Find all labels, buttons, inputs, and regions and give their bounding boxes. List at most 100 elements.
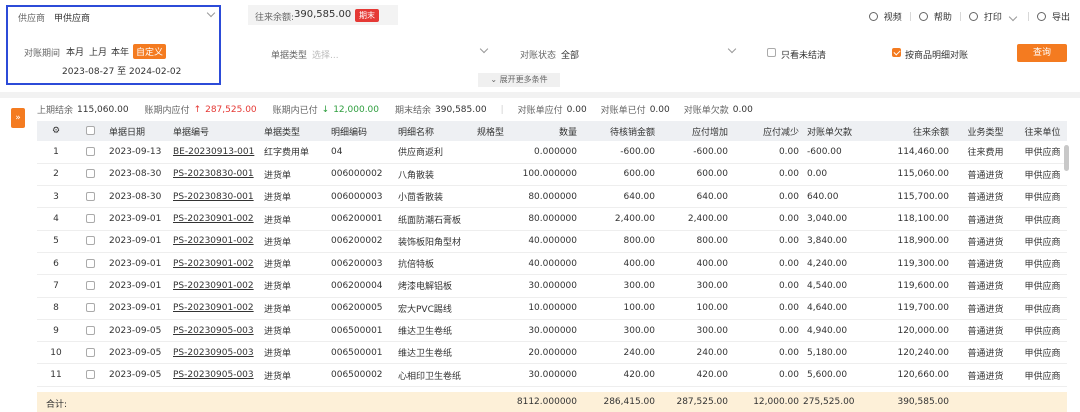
payable-increase-cell: 800.00: [696, 236, 729, 247]
row-checkbox[interactable]: [85, 258, 95, 268]
row-checkbox[interactable]: [85, 169, 95, 179]
quantity-cell: 80.000000: [528, 191, 577, 202]
doc-number-link[interactable]: PS-20230905-003: [169, 342, 260, 364]
col-header[interactable]: 单据编号: [169, 121, 260, 141]
payable-decrease-cell: 0.00: [778, 146, 799, 157]
row-checkbox[interactable]: [85, 370, 95, 380]
status-select[interactable]: 全部: [561, 48, 579, 61]
col-header[interactable]: 规格型: [473, 121, 505, 141]
col-header[interactable]: 待核销金额: [581, 121, 659, 141]
by-item-label: 按商品明细对账: [905, 51, 969, 61]
spec-cell: [473, 141, 505, 163]
row-checkbox[interactable]: [85, 191, 95, 201]
doc-number-link[interactable]: BE-20230913-001: [169, 141, 260, 163]
owed-cell: 5,180.00: [807, 347, 848, 358]
col-header[interactable]: 明细编码: [327, 121, 394, 141]
col-header[interactable]: 业务类型: [953, 121, 1018, 141]
doc-number-link[interactable]: PS-20230830-001: [169, 186, 260, 208]
row-number: 6: [53, 258, 59, 269]
row-checkbox[interactable]: [85, 303, 95, 313]
row-checkbox[interactable]: [85, 347, 95, 357]
column-settings-icon[interactable]: ⚙: [37, 121, 75, 141]
select-all-checkbox[interactable]: [85, 126, 95, 135]
only-unsettled-checkbox[interactable]: [767, 48, 776, 57]
item-name-cell: 维达卫生卷纸: [398, 327, 453, 338]
doc-type-chevron-icon[interactable]: [479, 44, 489, 54]
period-option-last-month[interactable]: 上月: [89, 45, 107, 58]
row-number: 1: [53, 146, 59, 157]
period-option-year[interactable]: 本年: [111, 45, 129, 58]
payable-increase-cell: 300.00: [696, 325, 729, 336]
spec-cell: [473, 252, 505, 274]
doc-number-link[interactable]: PS-20230901-002: [169, 275, 260, 297]
help-button[interactable]: 帮助: [934, 10, 952, 23]
period-option-custom[interactable]: 自定义: [133, 44, 167, 59]
item-name-cell: 八角散装: [398, 170, 435, 181]
col-header[interactable]: 应付增加: [659, 121, 732, 141]
row-checkbox[interactable]: [85, 214, 95, 224]
date-cell: 2023-09-05: [109, 325, 162, 336]
row-checkbox[interactable]: [85, 325, 95, 335]
table-row[interactable]: 10 2023-09-05 PS-20230905-003 进货单 006500001 维…: [37, 342, 1067, 364]
table-row[interactable]: 6 2023-09-01 PS-20230901-002 进货单 006200003 抗倍…: [37, 252, 1067, 275]
table-row[interactable]: 8 2023-09-01 PS-20230901-002 进货单 006200005 宏大…: [37, 297, 1067, 320]
date-range[interactable]: 2023-08-27 至 2024-02-02: [62, 64, 181, 77]
side-expand-button[interactable]: »: [11, 108, 25, 128]
recon-owed-label: 对账单欠款: [683, 106, 729, 116]
col-header[interactable]: 往来余额: [873, 121, 953, 141]
query-button[interactable]: 查询: [1017, 44, 1067, 62]
table-row[interactable]: 4 2023-09-01 PS-20230901-002 进货单 006200001 纸面…: [37, 208, 1067, 231]
table-row[interactable]: 1 2023-09-13 BE-20230913-001 红字费用单 04 供应商返利 0.…: [37, 141, 1067, 164]
col-header[interactable]: 明细名称: [394, 121, 473, 141]
row-checkbox[interactable]: [85, 236, 95, 246]
total-payable-decrease: 12,000.00: [753, 397, 799, 407]
doc-number-link[interactable]: PS-20230901-002: [169, 230, 260, 252]
table-row[interactable]: 9 2023-09-05 PS-20230905-003 进货单 006500001 维达…: [37, 319, 1067, 342]
doc-number-link[interactable]: PS-20230905-003: [169, 319, 260, 341]
export-icon[interactable]: [1036, 12, 1046, 21]
counterparty-cell: 甲供应商: [1024, 148, 1061, 159]
counterparty-cell: 甲供应商: [1024, 371, 1061, 382]
table-row[interactable]: 5 2023-09-01 PS-20230901-002 进货单 006200002 装饰…: [37, 230, 1067, 253]
status-chevron-icon[interactable]: [727, 44, 737, 54]
period-option-month[interactable]: 本月: [66, 45, 84, 58]
paid-label: 账期内已付: [272, 106, 318, 116]
table-row[interactable]: 7 2023-09-01 PS-20230901-002 进货单 006200004 烤漆…: [37, 275, 1067, 298]
row-checkbox[interactable]: [85, 280, 95, 290]
balance-cell: 119,700.00: [897, 303, 949, 314]
spec-cell: [473, 275, 505, 297]
doc-number-link[interactable]: PS-20230901-002: [169, 252, 260, 274]
col-header[interactable]: 单据类型: [260, 121, 327, 141]
supplier-select[interactable]: 甲供应商: [54, 11, 90, 24]
doc-type-select[interactable]: 选择...: [312, 48, 339, 61]
vertical-scrollbar[interactable]: [1064, 145, 1069, 171]
video-button[interactable]: 视频: [884, 10, 902, 23]
doc-number-link[interactable]: PS-20230905-003: [169, 364, 260, 386]
print-icon[interactable]: [968, 12, 978, 21]
col-header[interactable]: 应付减少: [732, 121, 803, 141]
item-name-cell: 抗倍特板: [398, 260, 435, 271]
help-icon[interactable]: [918, 12, 928, 21]
col-header[interactable]: 单据日期: [105, 121, 169, 141]
doc-number-link[interactable]: PS-20230830-001: [169, 163, 260, 185]
video-icon[interactable]: [868, 12, 878, 21]
by-item-checkbox[interactable]: [892, 48, 901, 57]
status-label: 对账状态: [520, 51, 557, 61]
doc-number-link[interactable]: PS-20230901-002: [169, 208, 260, 230]
col-header[interactable]: 往来单位: [1018, 121, 1067, 141]
export-button[interactable]: 导出: [1052, 10, 1070, 23]
recon-owed-value: 0.00: [732, 104, 753, 115]
table-row[interactable]: 11 2023-09-05 PS-20230905-003 进货单 006500002 心…: [37, 364, 1067, 387]
doc-number-link[interactable]: PS-20230901-002: [169, 297, 260, 319]
table-row[interactable]: 3 2023-08-30 PS-20230830-001 进货单 006000003 小茴…: [37, 186, 1067, 208]
col-header[interactable]: 对账单欠款: [803, 121, 873, 141]
col-header[interactable]: 数量: [505, 121, 581, 141]
print-button[interactable]: 打印: [984, 10, 1002, 23]
row-checkbox[interactable]: [85, 146, 95, 156]
payable-decrease-cell: 0.00: [778, 214, 799, 225]
doc-type-cell: 进货单: [264, 237, 292, 248]
date-cell: 2023-09-13: [109, 146, 162, 157]
table-row[interactable]: 2 2023-08-30 PS-20230830-001 进货单 006000002 八角…: [37, 163, 1067, 186]
expand-more-button[interactable]: ⌄ 展开更多条件: [478, 73, 560, 87]
print-chevron-icon[interactable]: [1008, 12, 1018, 21]
